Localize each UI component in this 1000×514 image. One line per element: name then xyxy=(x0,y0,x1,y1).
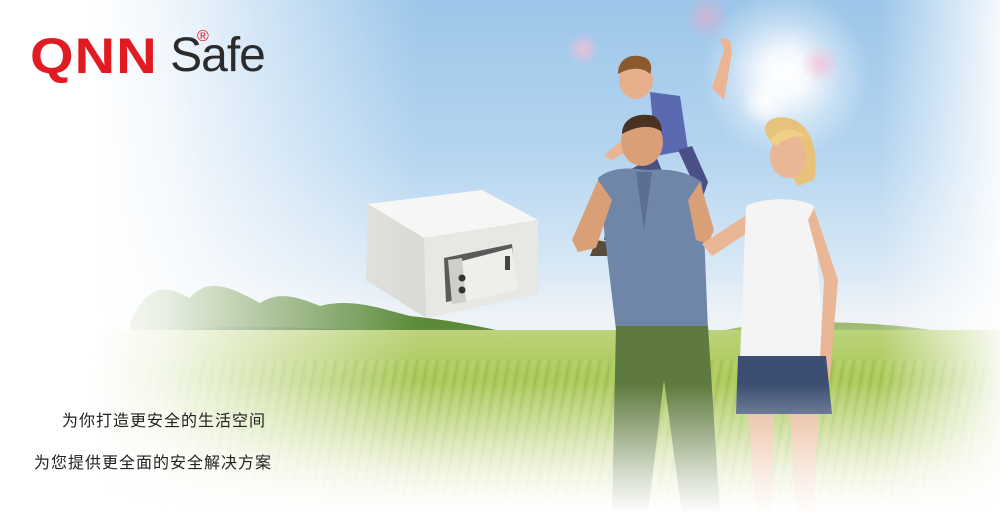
logo-safe-text: Safe xyxy=(170,29,266,82)
slogan-line-1: 为你打造更安全的生活空间 xyxy=(62,411,267,430)
bottom-white-fade xyxy=(0,384,1000,514)
brand-logo[interactable]: QNN ® Safe xyxy=(30,28,266,84)
slogan-line-2: 为您提供更全面的安全解决方案 xyxy=(34,453,273,472)
logo-qnn-text: QNN xyxy=(30,28,158,84)
registered-trademark-mark: ® xyxy=(197,28,209,45)
